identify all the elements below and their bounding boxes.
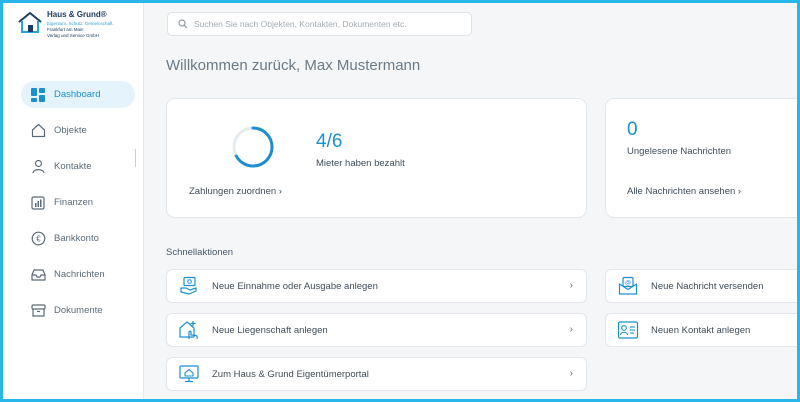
sidebar-item-dashboard[interactable]: Dashboard	[21, 81, 135, 108]
add-property-button[interactable]: Neue Liegenschaft anlegen ›	[166, 313, 587, 347]
action-label: Neue Einnahme oder Ausgabe anlegen	[212, 280, 378, 292]
search-icon	[178, 19, 188, 29]
chart-icon	[30, 195, 46, 211]
euro-icon: €	[30, 231, 46, 247]
owner-portal-button[interactable]: Zum Haus & Grund Eigentümerportal ›	[166, 357, 587, 391]
brand-company: Verlag und Service GmbH	[47, 33, 100, 38]
add-contact-button[interactable]: Neuen Kontakt anlegen ›	[605, 313, 797, 347]
chevron-right-icon: ›	[569, 368, 573, 379]
sidebar-item-label: Kontakte	[54, 161, 92, 172]
action-label: Neue Liegenschaft anlegen	[212, 324, 328, 336]
sidebar-item-label: Objekte	[54, 125, 87, 136]
payments-card: 4/6 Mieter haben bezahlt Zahlungen zuord…	[166, 98, 587, 218]
brand-tagline: Eigentum. Schutz. Gemeinschaft.	[47, 21, 114, 26]
unread-label: Ungelesene Nachrichten	[627, 146, 732, 157]
send-message-button[interactable]: @ Neue Nachricht versenden ›	[605, 269, 797, 303]
dashboard-icon	[30, 87, 46, 103]
sidebar-item-finanzen[interactable]: Finanzen	[21, 189, 135, 216]
contact-card-icon	[617, 319, 639, 341]
inbox-icon	[30, 267, 46, 283]
mail-icon: @	[617, 275, 639, 297]
sidebar-item-label: Bankkonto	[54, 233, 99, 244]
view-all-messages-link[interactable]: Alle Nachrichten ansehen ›	[627, 186, 741, 197]
sidebar: Haus & Grund® Eigentum. Schutz. Gemeinsc…	[3, 3, 144, 399]
sidebar-item-bankkonto[interactable]: € Bankkonto	[21, 225, 135, 252]
money-hand-icon	[178, 275, 200, 297]
sidebar-item-kontakte[interactable]: Kontakte	[21, 153, 135, 180]
paid-ratio: 4/6	[316, 131, 343, 152]
portal-icon	[178, 363, 200, 385]
sidebar-item-objekte[interactable]: Objekte	[21, 117, 135, 144]
sidebar-item-label: Dokumente	[54, 305, 103, 316]
chevron-right-icon: ›	[569, 324, 573, 335]
svg-text:@: @	[625, 281, 631, 287]
sidebar-item-label: Nachrichten	[54, 269, 105, 280]
svg-text:€: €	[36, 235, 41, 244]
sidebar-scroll-handle[interactable]	[135, 149, 136, 167]
quick-actions-title: Schnellaktionen	[166, 247, 234, 258]
house-icon	[30, 123, 46, 139]
logo-house-icon	[18, 11, 42, 33]
page-title: Willkommen zurück, Max Mustermann	[166, 57, 421, 74]
brand-title: Haus & Grund®	[47, 10, 107, 19]
brand-city: Frankfurt am Main	[47, 27, 84, 32]
sidebar-item-nachrichten[interactable]: Nachrichten	[21, 261, 135, 288]
action-label: Neue Nachricht versenden	[651, 280, 764, 292]
sidebar-item-dokumente[interactable]: Dokumente	[21, 297, 135, 324]
main-content: Willkommen zurück, Max Mustermann 4/6 Mi…	[144, 3, 797, 399]
search-box[interactable]	[167, 12, 472, 36]
assign-payments-link[interactable]: Zahlungen zuordnen ›	[189, 186, 282, 197]
chevron-right-icon: ›	[569, 280, 573, 291]
app-window: Haus & Grund® Eigentum. Schutz. Gemeinsc…	[0, 0, 800, 402]
brand-logo[interactable]: Haus & Grund® Eigentum. Schutz. Gemeinsc…	[17, 8, 137, 48]
person-icon	[30, 159, 46, 175]
archive-icon	[30, 303, 46, 319]
unread-count: 0	[627, 119, 638, 140]
payment-progress-ring	[232, 126, 274, 168]
sidebar-item-label: Dashboard	[54, 89, 101, 100]
add-transaction-button[interactable]: Neue Einnahme oder Ausgabe anlegen ›	[166, 269, 587, 303]
search-input[interactable]	[194, 19, 464, 29]
action-label: Neuen Kontakt anlegen	[651, 324, 751, 336]
sidebar-nav: Dashboard Objekte Kontakte Finanzen € Ba…	[21, 81, 135, 333]
action-label: Zum Haus & Grund Eigentümerportal	[212, 368, 369, 380]
add-house-icon	[178, 319, 200, 341]
paid-ratio-label: Mieter haben bezahlt	[316, 158, 405, 169]
messages-card: 0 Ungelesene Nachrichten Alle Nachrichte…	[605, 98, 797, 218]
sidebar-item-label: Finanzen	[54, 197, 94, 208]
